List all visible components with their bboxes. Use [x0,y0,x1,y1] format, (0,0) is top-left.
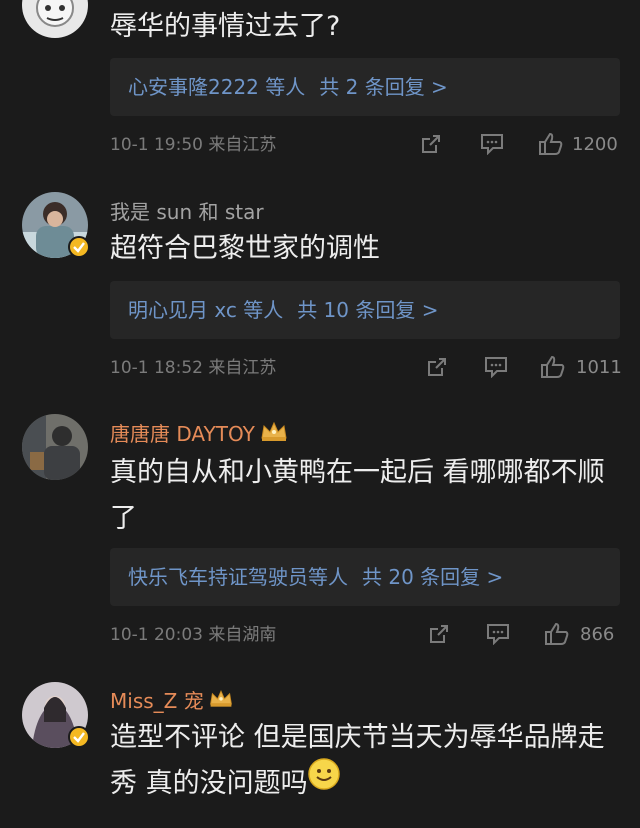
avatar[interactable] [22,682,90,748]
comment-text: 造型不评论 但是国庆节当天为辱华品牌走秀 真的没问题吗 [110,715,626,807]
crown-badge-icon [208,688,234,713]
like-count: 866 [580,624,615,645]
location: 来自江苏 [208,358,277,378]
location: 来自江苏 [208,135,277,155]
location: 来自湖南 [208,625,277,645]
avatar[interactable] [22,192,90,258]
username-text: 唐唐唐 DAYTOY [110,422,255,446]
comment-icon[interactable] [486,623,510,655]
replies-count: 共 10 条回复 > [297,298,439,322]
share-icon[interactable] [420,133,442,165]
share-icon[interactable] [426,356,448,388]
replies-link[interactable]: 心安事隆2222 等人共 2 条回复 > [110,58,620,116]
avatar[interactable] [22,414,88,480]
comment-text: 真的自从和小黄鸭在一起后 看哪哪都不顺了 [110,457,605,534]
username[interactable]: Miss_Z 宠 [110,685,234,714]
verified-badge-icon [68,726,90,748]
timestamp: 10-1 20:03 [110,625,203,645]
crown-badge-icon [259,420,289,447]
comment-text: 辱华的事情过去了? [110,11,341,42]
comment-meta: 10-1 18:52 来自江苏 1011 [110,353,622,383]
replies-link[interactable]: 明心见月 xc 等人共 10 条回复 > [110,281,620,339]
replies-users: 心安事隆2222 等人 [128,75,306,99]
replies-users: 快乐飞车持证驾驶员等人 [128,565,348,589]
verified-badge-icon [68,236,90,258]
avatar[interactable] [22,0,88,38]
comment-text-content: 造型不评论 但是国庆节当天为辱华品牌走秀 真的没问题吗 [110,722,605,799]
thumbs-up-icon[interactable] [538,132,564,166]
timestamp: 10-1 19:50 [110,135,203,155]
comment-icon[interactable] [480,133,504,165]
comment-meta: 10-1 19:50 来自江苏 1200 [110,130,620,160]
username-text: Miss_Z 宠 [110,689,204,713]
comment-icon[interactable] [484,356,508,388]
comment-meta: 10-1 20:03 来自湖南 866 [110,620,620,650]
timestamp: 10-1 18:52 [110,358,203,378]
username[interactable]: 唐唐唐 DAYTOY [110,418,289,447]
smile-emoji-icon [307,758,340,805]
avatar-image [22,0,88,38]
replies-count: 共 20 条回复 > [362,565,504,589]
replies-users: 明心见月 xc 等人 [128,298,284,322]
timestamp-location: 10-1 20:03 来自湖南 [110,620,276,650]
replies-count: 共 2 条回复 > [319,75,448,99]
timestamp-location: 10-1 18:52 来自江苏 [110,353,276,383]
like-count: 1011 [576,357,622,378]
thumbs-up-icon[interactable] [544,622,570,656]
username[interactable]: 我是 sun 和 star [110,196,264,225]
comment-text: 超符合巴黎世家的调性 [110,233,380,264]
replies-link[interactable]: 快乐飞车持证驾驶员等人共 20 条回复 > [110,548,620,606]
thumbs-up-icon[interactable] [540,355,566,389]
share-icon[interactable] [428,623,450,655]
like-count: 1200 [572,134,618,155]
avatar-image [22,414,88,480]
timestamp-location: 10-1 19:50 来自江苏 [110,130,276,160]
